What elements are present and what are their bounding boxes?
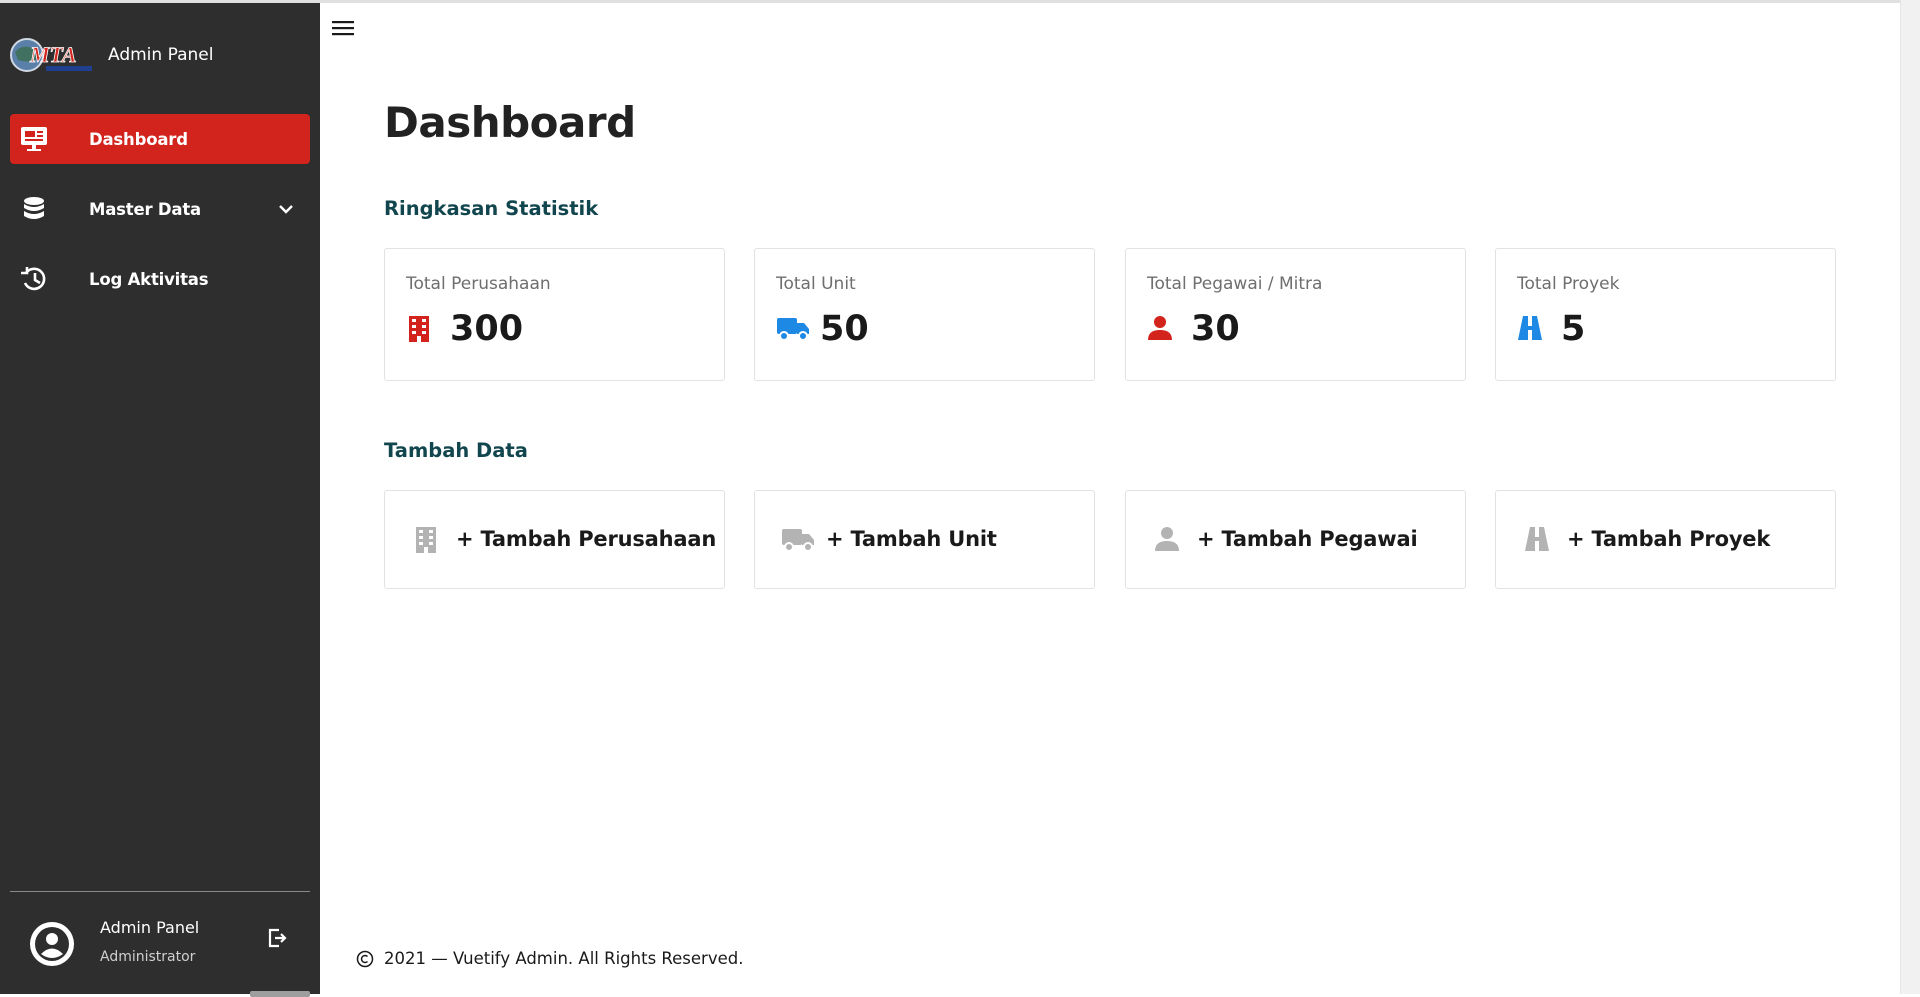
add-perusahaan-button[interactable]: + Tambah Perusahaan: [384, 490, 725, 589]
user-role: Administrator: [100, 949, 196, 965]
stat-label: Total Pegawai / Mitra: [1147, 274, 1323, 294]
page-title: Dashboard: [384, 98, 636, 147]
person-icon: [1147, 315, 1173, 341]
stat-label: Total Proyek: [1517, 274, 1620, 294]
add-button-label: + Tambah Perusahaan: [456, 527, 717, 551]
stat-value: 30: [1191, 309, 1240, 349]
add-pegawai-button[interactable]: + Tambah Pegawai: [1125, 490, 1466, 589]
add-unit-button[interactable]: + Tambah Unit: [754, 490, 1095, 589]
stat-value: 5: [1561, 309, 1586, 349]
sidebar-item-label: Log Aktivitas: [89, 269, 209, 289]
stat-card-proyek: Total Proyek 5: [1495, 248, 1836, 381]
stat-card-unit: Total Unit 50: [754, 248, 1095, 381]
sidebar-item-log-aktivitas[interactable]: Log Aktivitas: [10, 254, 310, 304]
sidebar: MTA Admin Panel Dashboard Master Data Lo…: [0, 3, 320, 997]
stat-card-perusahaan: Total Perusahaan 300: [384, 248, 725, 381]
copyright-icon: [356, 950, 374, 968]
add-section-title: Tambah Data: [384, 439, 528, 462]
sidebar-scroll-indicator: [250, 991, 310, 997]
sidebar-item-master-data[interactable]: Master Data: [10, 184, 310, 234]
add-button-label: + Tambah Proyek: [1567, 527, 1771, 551]
user-name: Admin Panel: [100, 918, 200, 937]
monitor-icon: [20, 125, 48, 153]
sidebar-item-label: Master Data: [89, 199, 201, 219]
building-icon: [406, 315, 432, 342]
person-icon: [1154, 526, 1182, 554]
stats-section-title: Ringkasan Statistik: [384, 197, 599, 220]
road-icon: [1517, 315, 1543, 341]
avatar[interactable]: [28, 920, 76, 968]
mta-logo: MTA: [10, 34, 96, 76]
brand-title: Admin Panel: [108, 45, 214, 65]
stat-value: 50: [820, 309, 869, 349]
sidebar-divider: [10, 891, 310, 892]
logout-icon[interactable]: [265, 926, 289, 950]
database-icon: [20, 195, 48, 223]
sidebar-item-dashboard[interactable]: Dashboard: [10, 114, 310, 164]
road-icon: [1524, 526, 1552, 554]
footer: 2021 — Vuetify Admin. All Rights Reserve…: [356, 949, 743, 968]
stat-label: Total Unit: [776, 274, 856, 294]
hamburger-menu-icon[interactable]: [330, 17, 356, 39]
chevron-down-icon[interactable]: [278, 201, 294, 217]
building-icon: [413, 526, 441, 554]
sidebar-item-label: Dashboard: [89, 129, 188, 149]
truck-icon: [781, 526, 815, 554]
add-button-label: + Tambah Pegawai: [1197, 527, 1418, 551]
stat-label: Total Perusahaan: [406, 274, 551, 294]
page-scrollbar[interactable]: [1900, 0, 1920, 994]
add-proyek-button[interactable]: + Tambah Proyek: [1495, 490, 1836, 589]
brand[interactable]: MTA Admin Panel: [10, 33, 213, 77]
svg-text:MTA: MTA: [29, 42, 76, 67]
footer-text: 2021 — Vuetify Admin. All Rights Reserve…: [384, 949, 744, 968]
add-button-label: + Tambah Unit: [826, 527, 997, 551]
stat-card-pegawai: Total Pegawai / Mitra 30: [1125, 248, 1466, 381]
truck-icon: [776, 315, 810, 341]
main-content: Dashboard Ringkasan Statistik Total Peru…: [320, 3, 1900, 994]
stat-value: 300: [450, 309, 524, 349]
history-icon: [20, 265, 48, 293]
